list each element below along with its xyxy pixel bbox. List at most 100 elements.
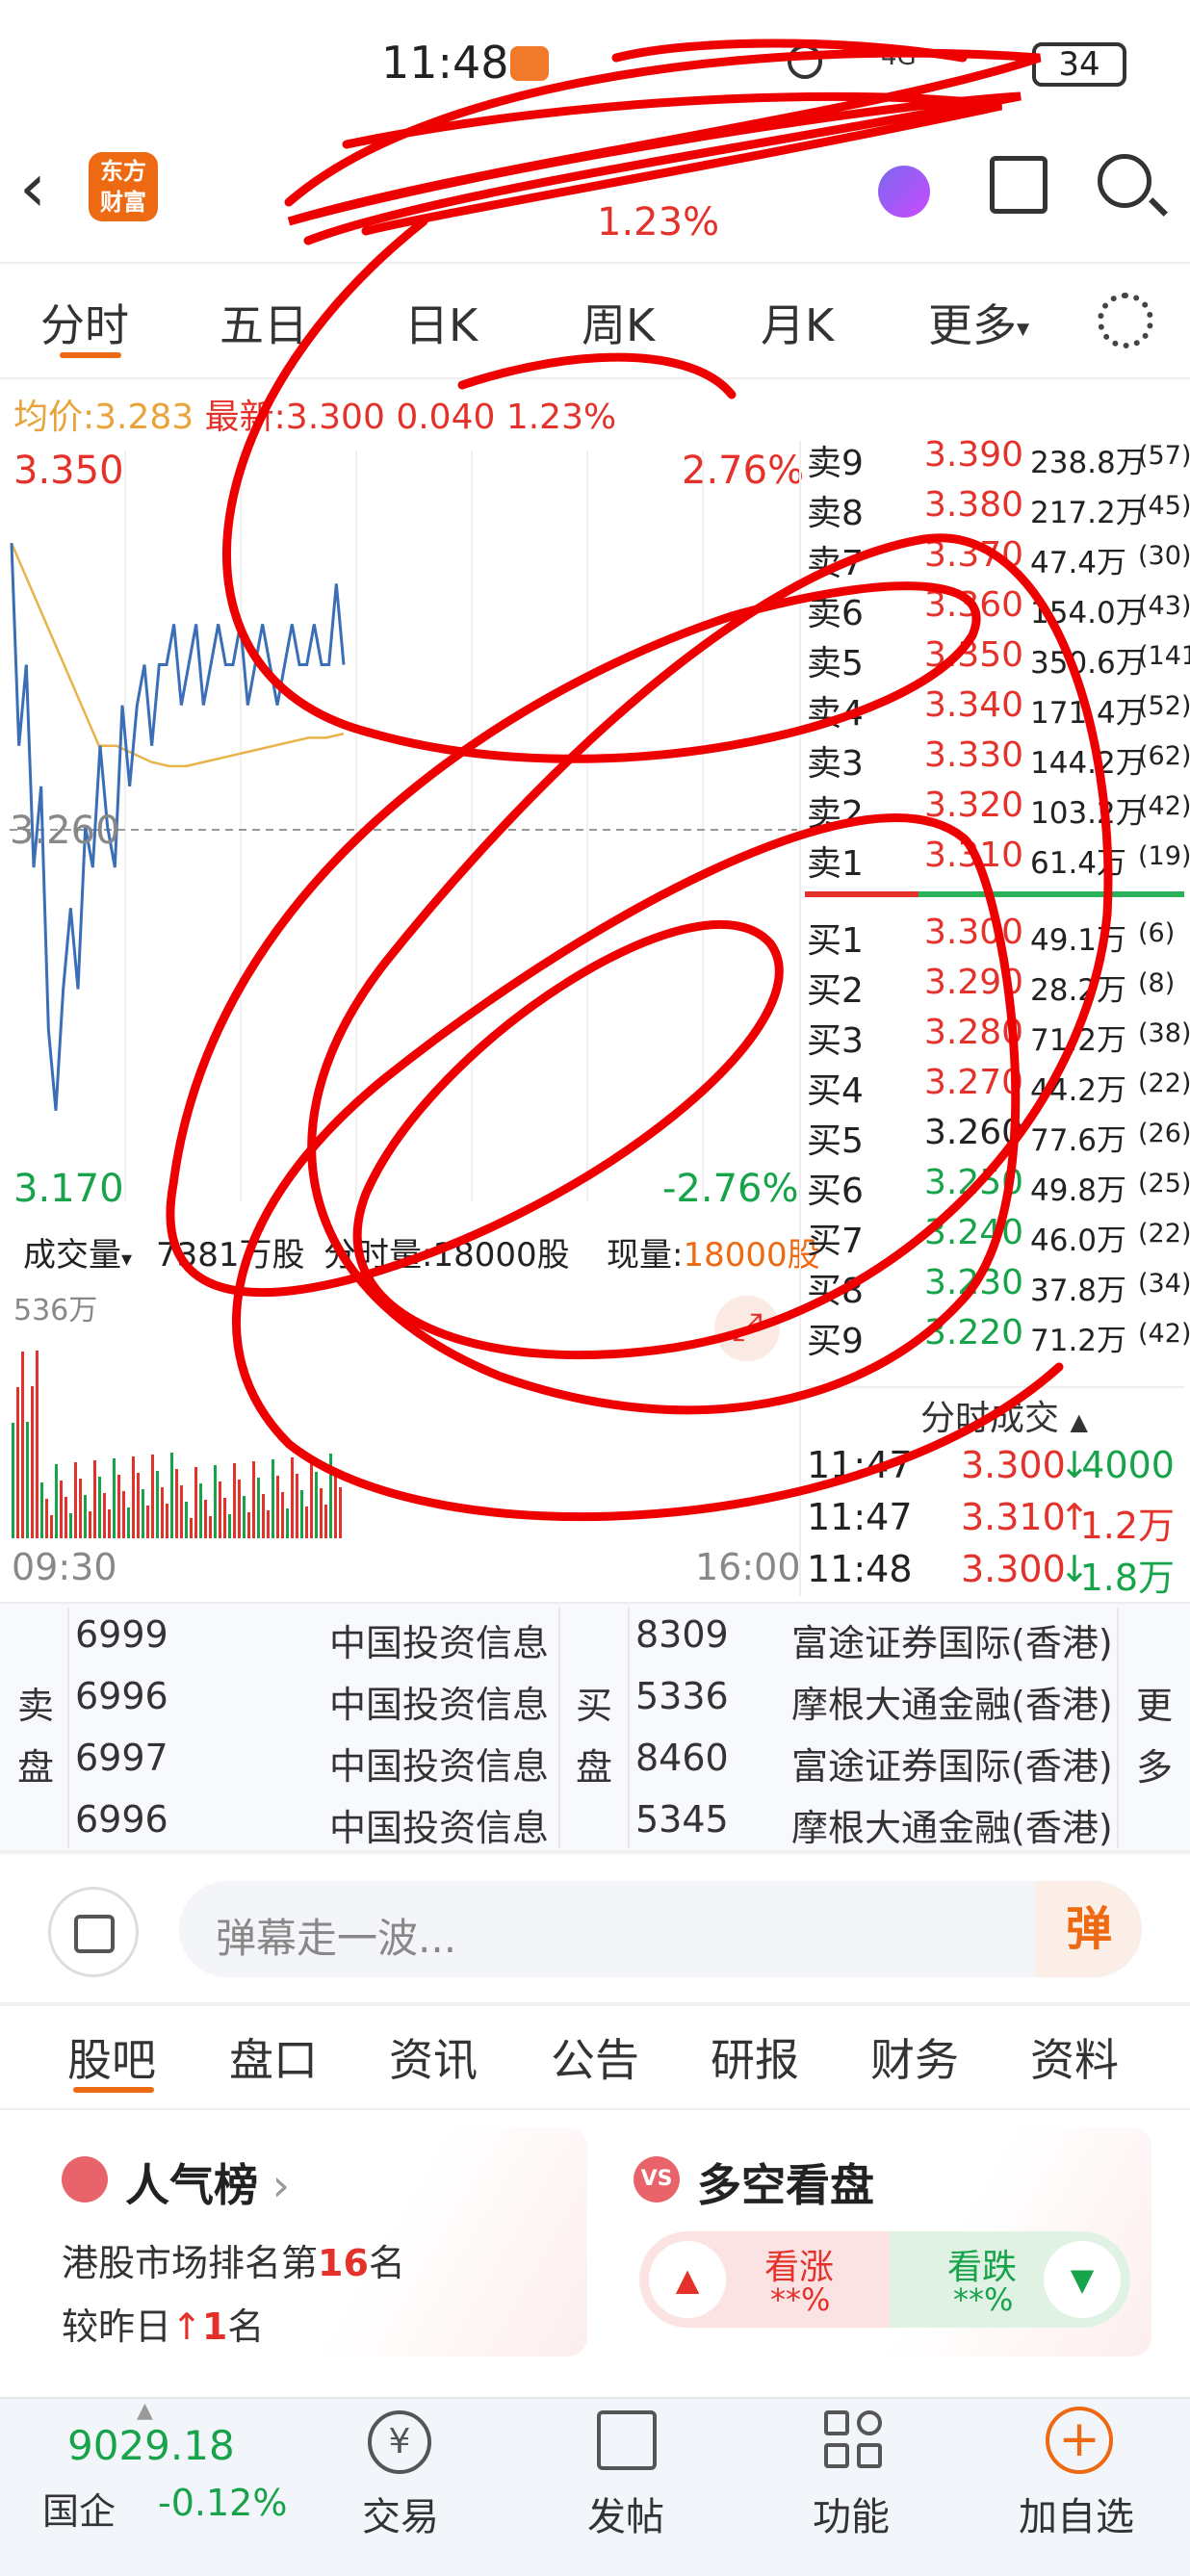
bid-volume: 77.6万 — [1030, 1123, 1127, 1158]
volume-bar — [180, 1485, 183, 1538]
tab-intraday[interactable]: 分时 — [40, 291, 129, 354]
broker-name: 摩根大通金融(香港) — [791, 1807, 1113, 1849]
bull-value: **% — [770, 2281, 831, 2318]
alarm-icon — [788, 44, 822, 79]
tab-pankou[interactable]: 盘口 — [229, 2025, 318, 2089]
post-icon[interactable] — [597, 2410, 657, 2470]
volume-bar — [339, 1487, 342, 1538]
volume-bar — [223, 1498, 226, 1538]
nav-add-watchlist[interactable]: 加自选 — [1019, 2486, 1134, 2541]
bid-row[interactable]: 买1 3.300 49.1万 (6) — [807, 913, 1184, 963]
gear-icon[interactable] — [1098, 293, 1153, 348]
ask-row[interactable]: 卖7 3.370 47.4万 (30) — [807, 535, 1190, 585]
bid-count: (8) — [1138, 968, 1176, 998]
share-icon[interactable] — [990, 156, 1048, 214]
tab-5day[interactable]: 五日 — [220, 291, 308, 354]
volume-bar — [185, 1502, 188, 1538]
tab-news[interactable]: 资讯 — [389, 2025, 478, 2089]
ask-row[interactable]: 卖8 3.380 217.2万 (45) — [807, 485, 1190, 535]
ask-row[interactable]: 卖5 3.350350.6万(141) — [807, 635, 1190, 685]
index-value[interactable]: 9029.18 — [67, 2422, 235, 2469]
danmaku-settings-icon — [74, 1915, 115, 1953]
nav-trade[interactable]: 交易 — [362, 2486, 439, 2541]
bid-row[interactable]: 买5 3.260 77.6万 (26) — [807, 1113, 1190, 1163]
broker-code: 6999 — [75, 1613, 168, 1656]
assistant-icon[interactable] — [878, 166, 930, 218]
bid-price: 3.290 — [924, 963, 1024, 1002]
bear-button[interactable]: ▼ 看跌 **% — [890, 2231, 1130, 2328]
volume-bar — [132, 1456, 135, 1538]
volume-bar — [272, 1459, 274, 1538]
broker-name: 中国投资信息 — [329, 1622, 550, 1664]
bid-row[interactable]: 买9 3.220 71.2万 (42) — [807, 1313, 1190, 1363]
function-grid-icon[interactable] — [824, 2410, 884, 2470]
volume-bar — [194, 1467, 197, 1538]
tab-research[interactable]: 研报 — [711, 2025, 799, 2089]
ticks-title[interactable]: 分时成交 ▲ — [920, 1390, 1088, 1440]
volume-bar — [296, 1474, 298, 1538]
tick-time: 11:47 — [807, 1496, 913, 1538]
add-watchlist-icon[interactable]: + — [1046, 2407, 1113, 2474]
ask-row[interactable]: 卖9 3.390 238.8万 (57) — [807, 435, 1190, 485]
ask-label: 卖8 — [807, 494, 864, 533]
bid-volume: 46.0万 — [1030, 1224, 1127, 1258]
ask-row[interactable]: 卖4 3.340 171.4万 (52) — [807, 685, 1190, 735]
back-icon[interactable]: ‹ — [19, 149, 77, 226]
trade-icon[interactable]: ¥ — [368, 2410, 431, 2474]
bid-label: 买2 — [807, 971, 864, 1011]
tab-profile[interactable]: 资料 — [1030, 2025, 1119, 2089]
chevron-down-icon: ▾ — [121, 1248, 133, 1272]
bid-price: 3.230 — [924, 1263, 1024, 1302]
bid-row[interactable]: 买4 3.270 44.2万 (22) — [807, 1063, 1190, 1113]
ask-row[interactable]: 卖6 3.360 154.0万 (43) — [807, 585, 1190, 635]
bid-row[interactable]: 买3 3.280 71.2万 (38) — [807, 1013, 1190, 1063]
tab-daily-k[interactable]: 日K — [404, 291, 478, 354]
ask-row[interactable]: 卖3 3.330 144.2万 (62) — [807, 735, 1190, 786]
broker-more-button[interactable]: 更多 — [1136, 1675, 1173, 1798]
logo-line1: 东方 — [100, 158, 146, 185]
volume-bar — [146, 1506, 149, 1538]
triangle-up-icon: ▲ — [649, 2241, 726, 2318]
search-icon[interactable] — [1098, 154, 1151, 208]
tab-finance[interactable]: 财务 — [870, 2025, 959, 2089]
bid-row[interactable]: 买8 3.230 37.8万 (34) — [807, 1263, 1190, 1313]
ask-row[interactable]: 卖2 3.320 103.2万 (42) — [807, 786, 1190, 836]
volume-bar — [103, 1493, 106, 1538]
popularity-rank-line: 港股市场排名第16名 — [62, 2233, 405, 2286]
chart-min-price: 3.170 — [13, 1167, 124, 1211]
tick-price: 3.300 — [961, 1444, 1066, 1486]
bid-count: (25) — [1138, 1169, 1190, 1198]
volume-bar — [175, 1469, 178, 1538]
bid-row[interactable]: 买7 3.240 46.0万 (22) — [807, 1213, 1190, 1263]
bull-button[interactable]: ▲ 看涨 **% — [639, 2231, 890, 2328]
tab-announcements[interactable]: 公告 — [551, 2025, 639, 2089]
danmaku-toggle[interactable] — [48, 1887, 139, 1977]
bid-count: (6) — [1138, 918, 1176, 948]
bid-label: 买5 — [807, 1121, 864, 1161]
bid-row[interactable]: 买6 3.250 49.8万 (25) — [807, 1163, 1190, 1213]
volume-bar — [137, 1473, 140, 1538]
popularity-card[interactable]: 人气榜 › 港股市场排名第16名 较昨日↑1名 — [39, 2127, 587, 2357]
last-label: 最新: — [204, 398, 286, 437]
bid-count: (22) — [1138, 1219, 1190, 1249]
danmaku-input[interactable]: 弹幕走一波... 弹 — [179, 1881, 1142, 1977]
volume-bar — [40, 1482, 43, 1538]
tab-indicator — [60, 352, 121, 358]
rank-prefix: 港股市场排名第 — [62, 2242, 319, 2284]
tab-guba[interactable]: 股吧 — [67, 2025, 156, 2089]
broker-code: 5345 — [635, 1798, 729, 1841]
tab-monthly-k[interactable]: 月K — [761, 291, 834, 354]
nav-function[interactable]: 功能 — [813, 2486, 890, 2541]
tab-more[interactable]: 更多▾ — [928, 291, 1029, 354]
bullbear-card: VS 多空看盘 ▲ 看涨 **% ▼ 看跌 **% — [610, 2127, 1151, 2357]
danmaku-send-button[interactable]: 弹 — [1036, 1881, 1142, 1977]
volume-selector[interactable]: 成交量▾ — [23, 1228, 132, 1275]
tab-weekly-k[interactable]: 周K — [582, 291, 655, 354]
bid-row[interactable]: 买2 3.290 28.2万 (8) — [807, 963, 1184, 1013]
tick-time: 11:48 — [807, 1548, 913, 1590]
nav-post[interactable]: 发帖 — [587, 2486, 664, 2541]
volume-bar — [65, 1497, 67, 1538]
volume-bar — [93, 1460, 96, 1538]
chart-time-end: 16:00 — [695, 1546, 801, 1588]
ask-row[interactable]: 卖1 3.310 61.4万 (19) — [807, 836, 1190, 886]
